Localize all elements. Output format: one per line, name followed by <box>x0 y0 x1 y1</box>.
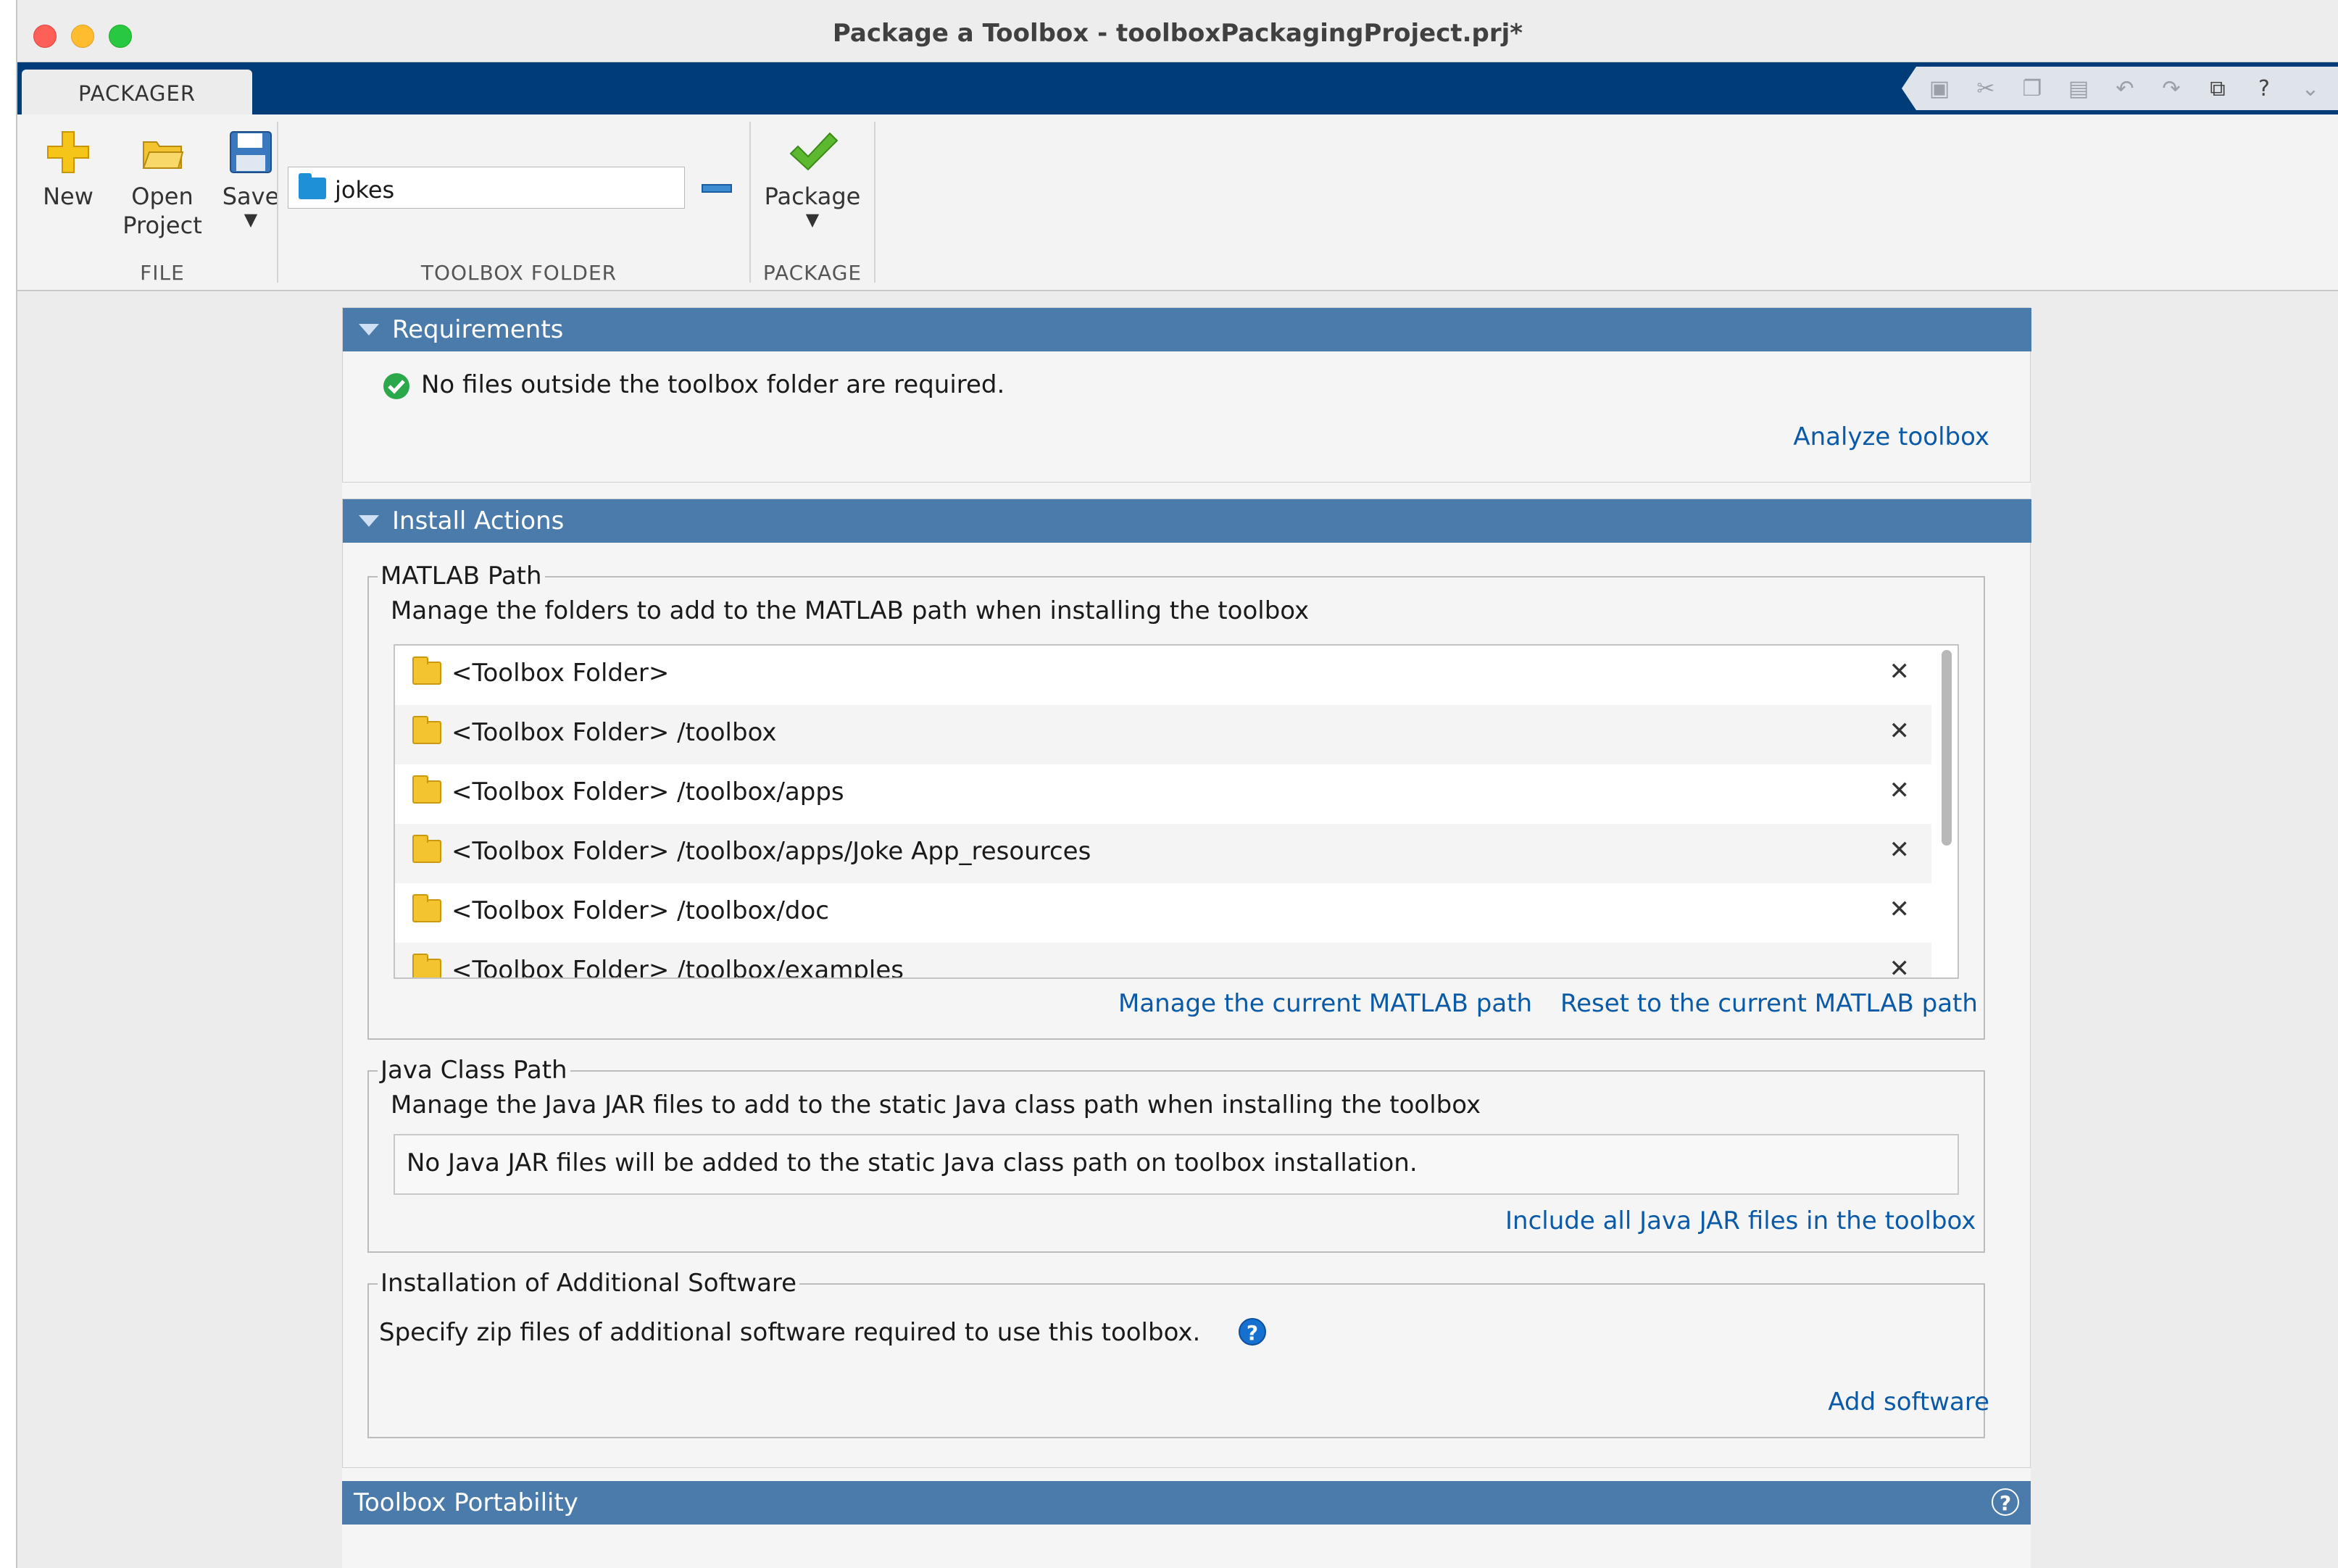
requirements-panel: Requirements No files outside the toolbo… <box>342 307 2031 483</box>
checkmark-icon <box>789 132 839 171</box>
analyze-toolbox-link[interactable]: Analyze toolbox <box>1793 422 1989 451</box>
remove-icon[interactable]: ✕ <box>1889 895 1910 924</box>
window-title: Package a Toolbox - toolboxPackagingProj… <box>832 19 1523 48</box>
list-scrollbar[interactable] <box>1942 650 1952 846</box>
redo-icon[interactable]: ↷ <box>2158 78 2184 100</box>
tab-packager[interactable]: PACKAGER <box>22 70 252 117</box>
folder-icon <box>412 954 441 977</box>
remove-icon[interactable]: ✕ <box>1889 954 1910 977</box>
remove-icon[interactable]: ✕ <box>1889 835 1910 864</box>
floppy-disk-icon <box>230 131 272 173</box>
title-bar: Package a Toolbox - toolboxPackagingProj… <box>17 0 2338 62</box>
additional-software-description: Specify zip files of additional software… <box>379 1318 1201 1347</box>
save-icon[interactable]: ▣ <box>1926 78 1952 100</box>
ribbon-separator <box>749 122 751 283</box>
open-label: Open <box>131 183 194 210</box>
package-label: Package <box>764 183 861 210</box>
toolbox-folder-field[interactable]: jokes <box>288 167 685 209</box>
group-package-label: PACKAGE <box>762 261 862 285</box>
quick-access-toolbar: ▣ ✂ ❐ ▤ ↶ ↷ ⧉ ? ⌄ <box>1902 67 2338 110</box>
manage-matlab-path-link[interactable]: Manage the current MATLAB path <box>1118 989 1532 1018</box>
list-item[interactable]: <Toolbox Folder> /toolbox/apps/Joke App_… <box>395 824 1931 883</box>
remove-folder-button[interactable] <box>702 184 732 193</box>
matlab-path-legend: MATLAB Path <box>378 562 545 591</box>
group-toolbox-folder-label: TOOLBOX FOLDER <box>420 261 617 285</box>
java-class-path-legend: Java Class Path <box>378 1056 570 1085</box>
folder-path: <Toolbox Folder> /toolbox/apps/Joke App_… <box>452 837 1091 866</box>
project-label: Project <box>122 212 202 239</box>
ribbon-toolstrip: New Open Project Save ▼ FILE jokes TOOLB… <box>17 114 2338 291</box>
check-circle-icon <box>383 373 409 399</box>
plus-icon <box>47 131 89 173</box>
include-jar-files-link[interactable]: Include all Java JAR files in the toolbo… <box>1505 1206 1976 1235</box>
folder-path: <Toolbox Folder> <box>452 659 670 688</box>
chevron-down-icon: ▼ <box>244 209 258 230</box>
remove-icon[interactable]: ✕ <box>1889 776 1910 805</box>
folder-icon <box>299 173 326 199</box>
help-icon[interactable]: ? <box>2251 78 2277 100</box>
list-item[interactable]: <Toolbox Folder> /toolbox/examples ✕ <box>395 943 1931 979</box>
reset-matlab-path-link[interactable]: Reset to the current MATLAB path <box>1560 989 1978 1018</box>
list-item[interactable]: <Toolbox Folder> /toolbox/apps ✕ <box>395 764 1931 824</box>
toolbox-folder-value: jokes <box>335 176 395 204</box>
chevron-down-icon: ▼ <box>805 209 820 230</box>
help-icon[interactable]: ? <box>1239 1318 1266 1346</box>
folder-icon <box>412 656 441 685</box>
save-button[interactable]: Save ▼ <box>215 129 287 228</box>
app-window: Package a Toolbox - toolboxPackagingProj… <box>16 0 2338 1568</box>
group-file-label: FILE <box>140 261 185 285</box>
list-item[interactable]: <Toolbox Folder> /toolbox ✕ <box>395 705 1931 764</box>
remove-icon[interactable]: ✕ <box>1889 717 1910 746</box>
paste-icon[interactable]: ▤ <box>2065 78 2092 100</box>
open-project-button[interactable]: Open Project <box>112 129 213 240</box>
package-button[interactable]: Package ▼ <box>758 129 867 228</box>
help-icon[interactable]: ? <box>1992 1488 2019 1516</box>
install-actions-title: Install Actions <box>392 506 565 535</box>
additional-software-legend: Installation of Additional Software <box>378 1269 800 1298</box>
collapse-triangle-icon <box>359 324 379 335</box>
matlab-path-list: <Toolbox Folder> ✕ <Toolbox Folder> /tool… <box>394 644 1959 979</box>
install-actions-header[interactable]: Install Actions <box>343 499 2031 543</box>
folder-path: <Toolbox Folder> /toolbox/examples <box>452 956 904 979</box>
additional-software-group <box>367 1283 1985 1438</box>
ribbon-separator <box>874 122 875 283</box>
folder-path: <Toolbox Folder> /toolbox/apps <box>452 777 844 806</box>
requirements-status: No files outside the toolbox folder are … <box>421 370 1005 399</box>
java-jar-status: No Java JAR files will be added to the s… <box>407 1148 1418 1177</box>
new-label: New <box>43 183 93 210</box>
cut-icon[interactable]: ✂ <box>1973 78 1999 100</box>
switch-windows-icon[interactable]: ⧉ <box>2205 78 2231 100</box>
folder-icon <box>412 894 441 922</box>
list-item[interactable]: <Toolbox Folder> ✕ <box>395 646 1931 705</box>
folder-icon <box>412 835 441 863</box>
install-actions-panel: Install Actions MATLAB Path Manage the f… <box>342 499 2031 1468</box>
main-content: Requirements No files outside the toolbo… <box>342 307 2031 1568</box>
folder-path: <Toolbox Folder> /toolbox/doc <box>452 896 829 925</box>
undo-icon[interactable]: ↶ <box>2112 78 2138 100</box>
chevron-down-icon[interactable]: ⌄ <box>2297 78 2324 100</box>
java-jar-status-box: No Java JAR files will be added to the s… <box>394 1134 1959 1195</box>
folder-icon <box>412 716 441 744</box>
new-button[interactable]: New <box>32 129 104 211</box>
list-item[interactable]: <Toolbox Folder> /toolbox/doc ✕ <box>395 883 1931 943</box>
toolbox-portability-title: Toolbox Portability <box>354 1488 578 1517</box>
open-folder-icon <box>142 141 184 169</box>
copy-icon[interactable]: ❐ <box>2019 78 2045 100</box>
add-software-link[interactable]: Add software <box>1828 1388 1989 1417</box>
collapse-triangle-icon <box>359 515 379 527</box>
folder-icon <box>412 775 441 804</box>
save-label: Save <box>222 183 280 210</box>
remove-icon[interactable]: ✕ <box>1889 657 1910 686</box>
toolbox-portability-header[interactable]: Toolbox Portability ? <box>342 1481 2031 1525</box>
matlab-path-description: Manage the folders to add to the MATLAB … <box>391 596 1310 625</box>
folder-path: <Toolbox Folder> /toolbox <box>452 718 777 747</box>
requirements-header[interactable]: Requirements <box>343 308 2031 351</box>
ribbon-separator <box>277 122 278 283</box>
requirements-title: Requirements <box>392 315 564 344</box>
java-class-path-description: Manage the Java JAR files to add to the … <box>391 1090 1481 1119</box>
